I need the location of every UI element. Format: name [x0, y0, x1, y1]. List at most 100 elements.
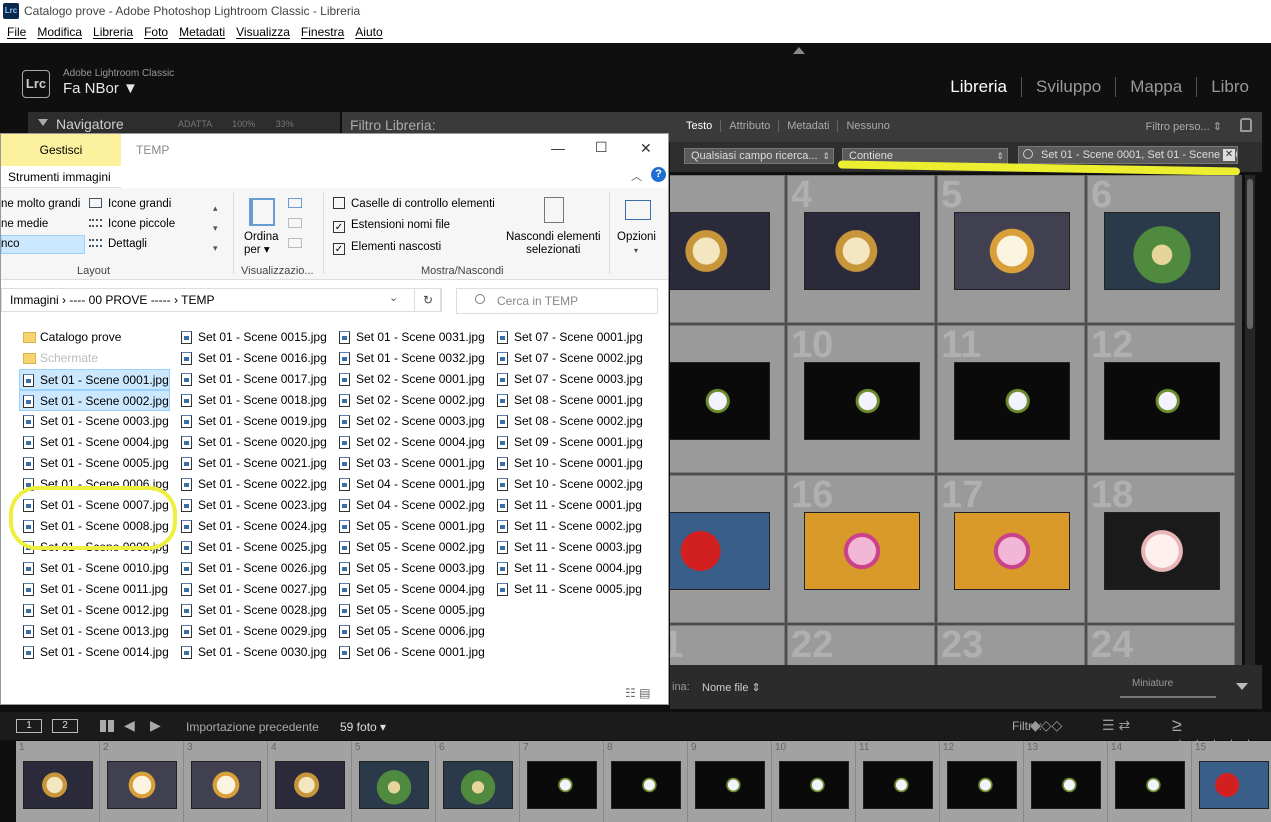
sort-dropdown[interactable]: Nome file ⇕: [702, 681, 761, 694]
layout-small-icons[interactable]: Icone piccole: [89, 218, 175, 230]
file-item[interactable]: Set 02 - Scene 0001.jpg: [339, 369, 485, 390]
filmstrip-thumbnail[interactable]: [611, 761, 681, 809]
filmstrip-cell[interactable]: 9: [688, 741, 772, 822]
file-item[interactable]: Set 01 - Scene 0013.jpg: [23, 621, 169, 642]
clear-search-icon[interactable]: ✕: [1223, 149, 1235, 161]
filmstrip-cell[interactable]: 3: [184, 741, 268, 822]
file-item[interactable]: Set 01 - Scene 0030.jpg: [181, 642, 327, 663]
file-item[interactable]: Set 01 - Scene 0006.jpg: [23, 474, 169, 495]
file-item[interactable]: Set 01 - Scene 0009.jpg: [23, 537, 169, 558]
grid-scrollbar[interactable]: [1245, 175, 1255, 665]
file-item[interactable]: Set 11 - Scene 0005.jpg: [497, 579, 642, 600]
file-item[interactable]: Set 02 - Scene 0002.jpg: [339, 390, 485, 411]
grid-cell[interactable]: 16: [787, 474, 935, 623]
menu-aiuto[interactable]: Aiuto: [355, 22, 382, 43]
grid-cell[interactable]: 5: [937, 175, 1085, 323]
dropdown-arrow-icon[interactable]: ▾: [634, 246, 638, 255]
file-item[interactable]: Set 01 - Scene 0018.jpg: [181, 390, 327, 411]
grid-cell[interactable]: 21: [670, 624, 785, 665]
file-item[interactable]: Set 05 - Scene 0003.jpg: [339, 558, 485, 579]
filmstrip-cell[interactable]: 14: [1108, 741, 1192, 822]
file-item[interactable]: Set 02 - Scene 0004.jpg: [339, 432, 485, 453]
secondary-window-button[interactable]: 2: [52, 719, 78, 733]
search-input[interactable]: Set 01 - Scene 0001, Set 01 - Scene 0002…: [1018, 146, 1238, 164]
photo-count[interactable]: 59 foto ▾: [340, 720, 386, 734]
photo-thumbnail[interactable]: [670, 212, 770, 290]
filmstrip-cell[interactable]: 15: [1192, 741, 1271, 822]
file-item[interactable]: Set 01 - Scene 0005.jpg: [23, 453, 169, 474]
module-mappa[interactable]: Mappa: [1115, 77, 1196, 97]
thumbnail-size-slider[interactable]: [1120, 696, 1216, 698]
photo-thumbnail[interactable]: [670, 362, 770, 440]
file-item[interactable]: Set 01 - Scene 0027.jpg: [181, 579, 327, 600]
grid-cell[interactable]: 18: [1087, 474, 1235, 623]
filmstrip-thumbnail[interactable]: [947, 761, 1017, 809]
scrollbar-thumb[interactable]: [1247, 179, 1253, 329]
photo-thumbnail[interactable]: [1104, 362, 1220, 440]
file-item[interactable]: Set 10 - Scene 0002.jpg: [497, 474, 643, 495]
filmstrip-thumbnail[interactable]: [779, 761, 849, 809]
minimize-icon[interactable]: —: [551, 140, 565, 156]
filter-tab-attribute[interactable]: Attributo: [720, 120, 778, 132]
photo-thumbnail[interactable]: [804, 362, 920, 440]
filmstrip-source[interactable]: Importazione precedente: [186, 720, 319, 734]
file-item[interactable]: Set 01 - Scene 0024.jpg: [181, 516, 327, 537]
file-item[interactable]: Set 11 - Scene 0002.jpg: [497, 516, 642, 537]
file-item[interactable]: Set 07 - Scene 0002.jpg: [497, 348, 643, 369]
photo-thumbnail[interactable]: [954, 362, 1070, 440]
photo-thumbnail[interactable]: [670, 512, 770, 590]
navigator-zoom-options[interactable]: ADATTA 100% 33%: [178, 119, 294, 129]
address-dropdown-icon[interactable]: ⌄: [389, 291, 398, 304]
menu-foto[interactable]: Foto: [144, 22, 168, 43]
menu-metadati[interactable]: Metadati: [179, 22, 225, 43]
grid-cell[interactable]: 23: [937, 624, 1085, 665]
filmstrip-thumbnail[interactable]: [443, 761, 513, 809]
lock-icon[interactable]: [1240, 118, 1252, 132]
file-item[interactable]: Set 11 - Scene 0001.jpg: [497, 495, 642, 516]
filmstrip-cell[interactable]: 13: [1024, 741, 1108, 822]
file-item[interactable]: Set 01 - Scene 0012.jpg: [23, 600, 169, 621]
menu-file[interactable]: File: [7, 22, 26, 43]
tab-strumenti-immagini[interactable]: Strumenti immagini: [1, 166, 121, 188]
layout-scroll-icon[interactable]: ▴ ▾ ▾: [213, 198, 218, 258]
file-item[interactable]: Set 01 - Scene 0020.jpg: [181, 432, 327, 453]
add-columns-icon[interactable]: [288, 218, 302, 228]
filter-tab-metadata[interactable]: Metadati: [778, 120, 837, 132]
file-item[interactable]: Set 04 - Scene 0002.jpg: [339, 495, 485, 516]
refresh-icon[interactable]: ↻: [414, 288, 442, 312]
layout-large-icons[interactable]: Icone grandi: [89, 198, 171, 210]
filmstrip-cell[interactable]: 2: [100, 741, 184, 822]
file-item[interactable]: Set 06 - Scene 0001.jpg: [339, 642, 485, 663]
grid-view-icon[interactable]: [100, 720, 114, 732]
grid-cell[interactable]: 22: [787, 624, 935, 665]
file-item[interactable]: Set 05 - Scene 0005.jpg: [339, 600, 485, 621]
grid-cell[interactable]: 12: [1087, 324, 1235, 473]
filmstrip-thumbnail[interactable]: [1199, 761, 1269, 809]
menu-visualizza[interactable]: Visualizza: [236, 22, 290, 43]
view-toggle-icons[interactable]: ☷ ▤: [625, 686, 650, 700]
chevron-up-icon[interactable]: ︿: [631, 168, 642, 184]
module-sviluppo[interactable]: Sviluppo: [1020, 77, 1115, 97]
filter-tab-text[interactable]: Testo: [678, 120, 720, 132]
file-item[interactable]: Set 05 - Scene 0004.jpg: [339, 579, 485, 600]
folder-item[interactable]: Schermate: [23, 348, 98, 369]
filmstrip-thumbnail[interactable]: [1031, 761, 1101, 809]
forward-arrow-icon[interactable]: ▶: [150, 717, 161, 734]
size-columns-icon[interactable]: [288, 238, 302, 248]
file-extensions-option[interactable]: ✓ Estensioni nomi file: [333, 219, 450, 233]
search-field-dropdown[interactable]: Qualsiasi campo ricerca... ⇕: [684, 148, 834, 164]
file-item[interactable]: Set 01 - Scene 0008.jpg: [23, 516, 169, 537]
grid-cell[interactable]: 17: [937, 474, 1085, 623]
module-libro[interactable]: Libro: [1196, 77, 1263, 97]
layout-extra-large-icons[interactable]: ne molto grandi: [1, 198, 80, 210]
maximize-icon[interactable]: ☐: [595, 139, 608, 156]
navigator-panel-header[interactable]: Navigatore ADATTA 100% 33%: [28, 112, 340, 134]
filter-tab-none[interactable]: Nessuno: [837, 120, 897, 132]
file-item[interactable]: Set 03 - Scene 0001.jpg: [339, 453, 485, 474]
options-button[interactable]: Opzioni: [617, 231, 656, 243]
photo-thumbnail[interactable]: [954, 512, 1070, 590]
item-checkboxes-option[interactable]: Caselle di controllo elementi: [333, 197, 495, 210]
file-item[interactable]: Set 08 - Scene 0001.jpg: [497, 390, 643, 411]
help-icon[interactable]: ?: [651, 167, 666, 182]
filmstrip-thumbnail[interactable]: [107, 761, 177, 809]
